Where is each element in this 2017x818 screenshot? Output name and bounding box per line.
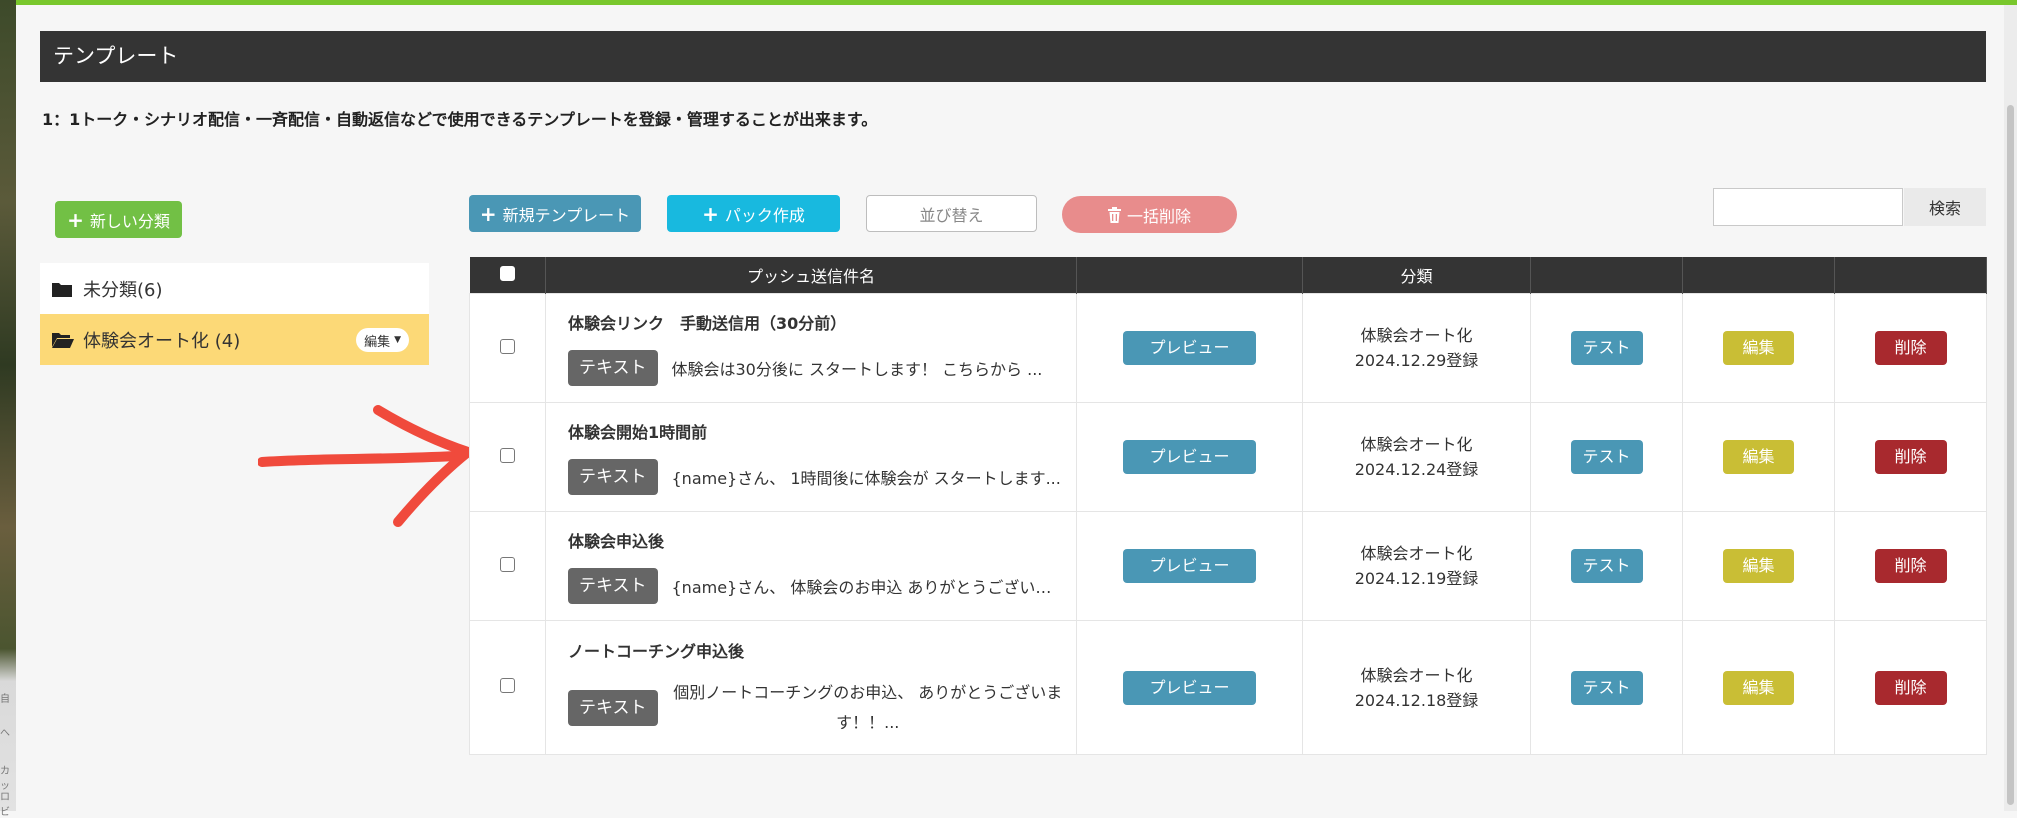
plus-icon: + bbox=[479, 201, 497, 226]
template-preview-text: {name}さん、 1時間後に体験会が スタートします... bbox=[671, 469, 1061, 488]
test-button[interactable]: テスト bbox=[1570, 331, 1643, 365]
pack-create-label: パック作成 bbox=[724, 205, 805, 225]
bulk-delete-button[interactable]: 一括削除 bbox=[1062, 196, 1237, 233]
plus-icon: + bbox=[67, 207, 84, 232]
trash-icon bbox=[1107, 206, 1121, 223]
top-accent-bar bbox=[16, 0, 2017, 5]
ghost-text: ロビ bbox=[0, 792, 10, 818]
type-badge: テキスト bbox=[568, 689, 658, 726]
test-button[interactable]: テスト bbox=[1570, 440, 1643, 474]
caret-down-icon: ▼ bbox=[394, 335, 401, 345]
template-title: 体験会開始1時間前 bbox=[568, 423, 708, 442]
row-category: 体験会オート化 bbox=[1360, 544, 1473, 563]
delete-button[interactable]: 削除 bbox=[1874, 331, 1947, 365]
ghost-text: 自 bbox=[0, 694, 10, 705]
page-title: テンプレート bbox=[40, 31, 1986, 82]
folder-open-icon bbox=[52, 332, 74, 348]
folder-icon bbox=[52, 281, 73, 297]
delete-button[interactable]: 削除 bbox=[1874, 670, 1947, 705]
row-date: 2024.12.24登録 bbox=[1354, 460, 1479, 479]
new-category-label: 新しい分類 bbox=[89, 211, 170, 231]
table-row: 体験会リンク 手動送信用（30分前） テキスト 体験会は30分後に スタートしま… bbox=[469, 293, 1987, 403]
column-header-name: プッシュ送信件名 bbox=[545, 257, 1077, 294]
template-title: ノートコーチング申込後 bbox=[568, 641, 745, 661]
table-header: プッシュ送信件名 分類 bbox=[469, 257, 1987, 294]
table-row: 体験会申込後 テキスト {name}さん、 体験会のお申込 ありがとうございま.… bbox=[469, 511, 1987, 621]
template-table: プッシュ送信件名 分類 体験会リンク 手動送信用（30分前） テキスト 体験会は… bbox=[469, 257, 1987, 755]
edit-button[interactable]: 編集 bbox=[1723, 331, 1794, 365]
sort-button[interactable]: 並び替え bbox=[866, 195, 1037, 232]
new-template-button[interactable]: + 新規テンプレート bbox=[469, 195, 641, 232]
scrollbar-thumb[interactable] bbox=[2007, 105, 2014, 805]
search-button[interactable]: 検索 bbox=[1904, 188, 1986, 226]
template-title: 体験会リンク 手動送信用（30分前） bbox=[568, 314, 847, 333]
edit-label: 編集 bbox=[364, 334, 391, 350]
column-header-preview bbox=[1076, 257, 1303, 294]
search-label: 検索 bbox=[1928, 199, 1961, 218]
scrollbar[interactable] bbox=[2004, 5, 2017, 811]
delete-button[interactable]: 削除 bbox=[1874, 549, 1947, 583]
ghost-text: へ bbox=[0, 728, 10, 739]
edit-button[interactable]: 編集 bbox=[1723, 670, 1794, 705]
row-checkbox[interactable] bbox=[500, 447, 515, 463]
column-header-category: 分類 bbox=[1302, 257, 1531, 294]
page-description: 1：1トーク・シナリオ配信・一斉配信・自動返信などで使用できるテンプレートを登録… bbox=[42, 110, 878, 129]
bulk-delete-label: 一括削除 bbox=[1126, 206, 1191, 226]
template-preview-text: 個別ノートコーチングのお申込、 ありがとうございます！！... bbox=[673, 682, 1063, 732]
row-checkbox[interactable] bbox=[500, 338, 515, 354]
table-row: ノートコーチング申込後 テキスト 個別ノートコーチングのお申込、 ありがとうござ… bbox=[469, 620, 1987, 755]
search-input[interactable] bbox=[1713, 188, 1903, 226]
select-all-header bbox=[469, 257, 546, 294]
column-header-edit bbox=[1682, 257, 1835, 294]
table-row: 体験会開始1時間前 テキスト {name}さん、 1時間後に体験会が スタートし… bbox=[469, 402, 1987, 512]
preview-button[interactable]: プレビュー bbox=[1123, 440, 1256, 474]
edit-button[interactable]: 編集 bbox=[1723, 440, 1794, 474]
row-date: 2024.12.18登録 bbox=[1354, 690, 1479, 710]
row-category: 体験会オート化 bbox=[1360, 665, 1473, 685]
delete-button[interactable]: 削除 bbox=[1874, 440, 1947, 474]
select-all-checkbox[interactable] bbox=[499, 265, 515, 281]
row-checkbox[interactable] bbox=[500, 556, 515, 572]
row-category: 体験会オート化 bbox=[1360, 435, 1473, 454]
preview-button[interactable]: プレビュー bbox=[1123, 331, 1256, 365]
column-header-test bbox=[1530, 257, 1683, 294]
template-preview-text: 体験会は30分後に スタートします！ こちらから ... bbox=[671, 360, 1043, 379]
background-photo-strip: 自 へ カッ ロビ bbox=[0, 0, 16, 818]
row-date: 2024.12.29登録 bbox=[1354, 351, 1479, 370]
edit-button[interactable]: 編集 bbox=[1723, 549, 1794, 583]
test-button[interactable]: テスト bbox=[1570, 670, 1643, 705]
row-category: 体験会オート化 bbox=[1360, 326, 1473, 345]
new-category-button[interactable]: + 新しい分類 bbox=[55, 201, 182, 238]
template-preview-text: {name}さん、 体験会のお申込 ありがとうございま... bbox=[671, 578, 1065, 597]
row-date: 2024.12.19登録 bbox=[1354, 569, 1479, 588]
preview-button[interactable]: プレビュー bbox=[1123, 670, 1256, 705]
category-list: 未分類(6) 体験会オート化 (4) 編集 ▼ bbox=[40, 263, 429, 365]
row-checkbox[interactable] bbox=[500, 678, 515, 693]
type-badge: テキスト bbox=[568, 350, 658, 386]
annotation-arrow bbox=[258, 405, 473, 527]
preview-button[interactable]: プレビュー bbox=[1123, 549, 1256, 583]
pack-create-button[interactable]: + パック作成 bbox=[667, 195, 840, 232]
category-label: 体験会オート化 (4) bbox=[83, 330, 241, 352]
new-template-label: 新規テンプレート bbox=[502, 205, 631, 225]
sort-label: 並び替え bbox=[919, 205, 984, 225]
category-item-trial-auto[interactable]: 体験会オート化 (4) 編集 ▼ bbox=[40, 314, 429, 365]
type-badge: テキスト bbox=[568, 568, 658, 604]
test-button[interactable]: テスト bbox=[1570, 549, 1643, 583]
template-title: 体験会申込後 bbox=[568, 532, 665, 551]
type-badge: テキスト bbox=[568, 459, 658, 495]
plus-icon: + bbox=[702, 201, 719, 226]
column-header-delete bbox=[1834, 257, 1987, 294]
category-edit-dropdown[interactable]: 編集 ▼ bbox=[356, 328, 409, 352]
category-label: 未分類(6) bbox=[83, 279, 163, 301]
category-item-uncategorized[interactable]: 未分類(6) bbox=[40, 263, 429, 314]
